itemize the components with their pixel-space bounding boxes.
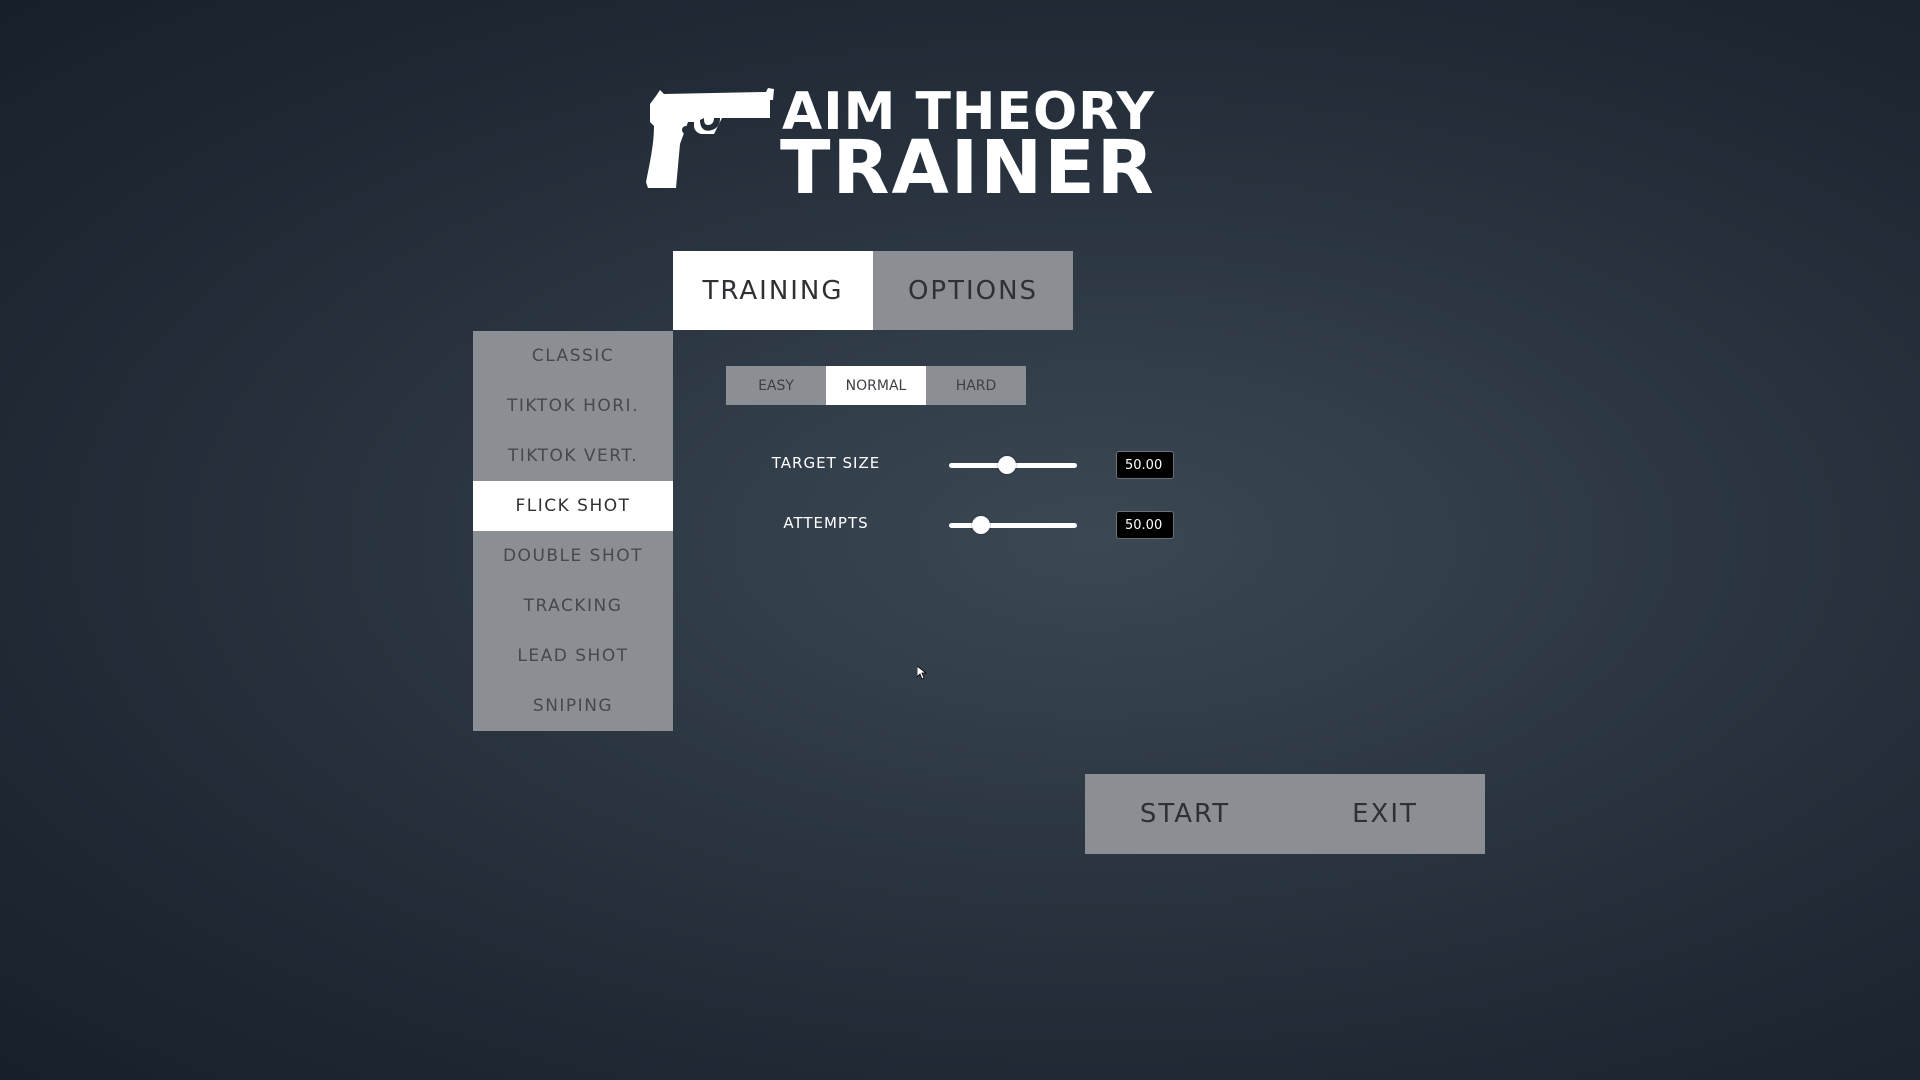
target-size-slider[interactable] (949, 455, 1077, 475)
mode-item-double-shot[interactable]: DOUBLE SHOT (473, 531, 673, 581)
target-size-slider-handle[interactable] (997, 456, 1016, 474)
difficulty-selector: EASY NORMAL HARD (726, 366, 1026, 405)
target-size-value-field[interactable]: 50.00 (1116, 451, 1174, 479)
main-tabs: TRAINING OPTIONS (673, 251, 1073, 330)
action-bar: START EXIT (1085, 774, 1485, 854)
difficulty-hard-button[interactable]: HARD (926, 366, 1026, 405)
mode-item-classic[interactable]: CLASSIC (473, 331, 673, 381)
training-mode-list: CLASSIC TIKTOK HORI. TIKTOK VERT. FLICK … (473, 331, 673, 731)
difficulty-easy-button[interactable]: EASY (726, 366, 826, 405)
mode-item-flick-shot[interactable]: FLICK SHOT (473, 481, 673, 531)
difficulty-normal-button[interactable]: NORMAL (826, 366, 926, 405)
attempts-slider-handle[interactable] (972, 516, 990, 534)
mode-item-tracking[interactable]: TRACKING (473, 581, 673, 631)
target-size-label: TARGET SIZE (771, 454, 881, 472)
tab-options[interactable]: OPTIONS (873, 251, 1073, 330)
attempts-value-field[interactable]: 50.00 (1116, 511, 1174, 539)
mode-item-sniping[interactable]: SNIPING (473, 681, 673, 731)
game-logo: AIM THEORY TRAINER (642, 84, 1154, 206)
exit-button[interactable]: EXIT (1285, 774, 1485, 854)
attempts-slider[interactable] (949, 515, 1077, 535)
mode-item-tiktok-vert[interactable]: TIKTOK VERT. (473, 431, 673, 481)
mouse-cursor-icon (917, 666, 927, 680)
mode-item-tiktok-hori[interactable]: TIKTOK HORI. (473, 381, 673, 431)
pistol-icon (646, 88, 774, 188)
logo-title-line2: TRAINER (780, 125, 1156, 211)
start-button[interactable]: START (1085, 774, 1285, 854)
attempts-label: ATTEMPTS (783, 514, 869, 532)
attempts-slider-track (949, 523, 1077, 528)
mode-item-lead-shot[interactable]: LEAD SHOT (473, 631, 673, 681)
tab-training[interactable]: TRAINING (673, 251, 873, 330)
